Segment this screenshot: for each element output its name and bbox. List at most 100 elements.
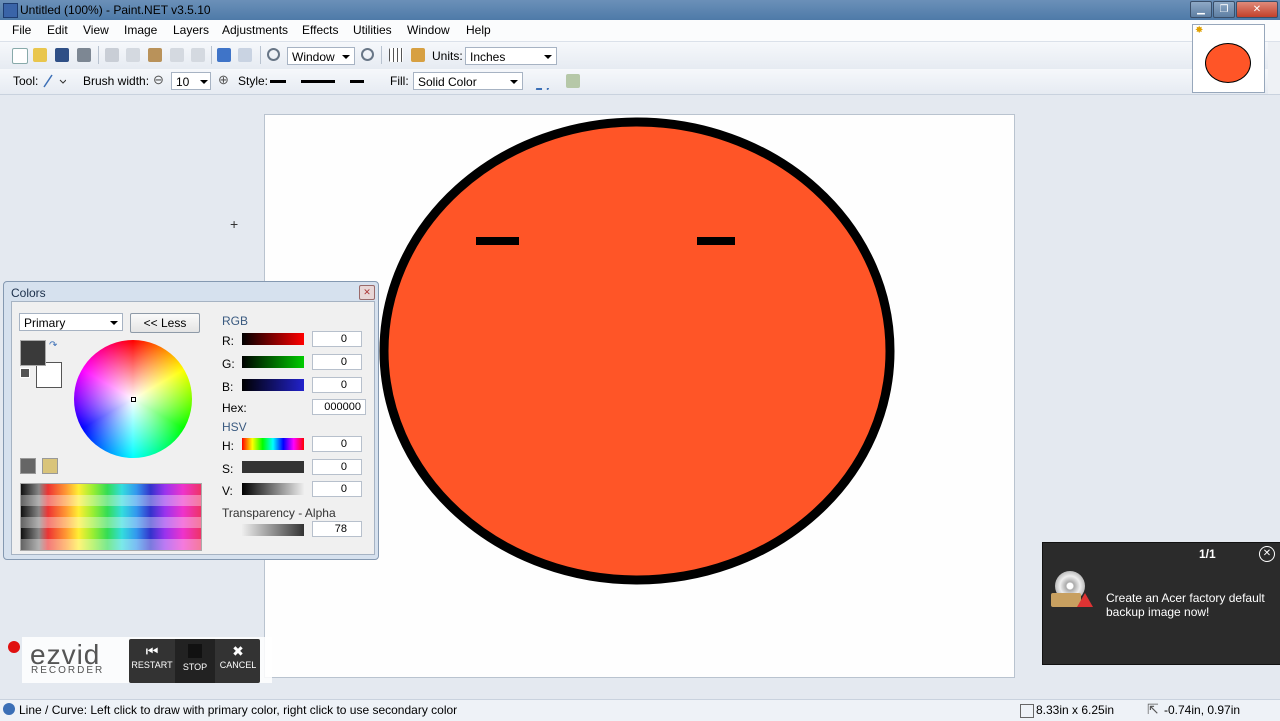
window-title: Untitled (100%) - Paint.NET v3.5.10 (20, 3, 211, 17)
g-slider[interactable] (242, 356, 304, 368)
menu-file[interactable]: File (12, 23, 31, 37)
notification-close-icon[interactable]: ✕ (1259, 546, 1275, 562)
thumbnail-preview (1205, 43, 1251, 83)
cursor-position-icon: ⇱ (1147, 701, 1159, 717)
ruler-icon[interactable] (411, 48, 425, 62)
h-slider[interactable] (242, 438, 304, 450)
start-cap-icon[interactable] (270, 80, 286, 83)
restart-label: RESTART (131, 660, 173, 670)
restart-button[interactable]: ⏮ RESTART (131, 639, 173, 683)
menu-window[interactable]: Window (407, 23, 450, 37)
v-slider[interactable] (242, 483, 304, 495)
palette-icon[interactable] (20, 458, 36, 474)
paste-icon[interactable] (148, 48, 162, 62)
status-bar: Line / Curve: Left click to draw with pr… (0, 699, 1280, 721)
copy-icon[interactable] (126, 48, 140, 62)
smiley-face (379, 117, 895, 585)
r-slider[interactable] (242, 333, 304, 345)
record-indicator-icon (8, 641, 20, 653)
print-icon[interactable] (77, 48, 91, 62)
menu-utilities[interactable]: Utilities (353, 23, 392, 37)
units-select[interactable]: Inches (465, 47, 557, 65)
maximize-button[interactable]: ❐ (1213, 1, 1235, 18)
v-label: V: (222, 484, 233, 498)
end-cap-icon[interactable] (350, 80, 364, 83)
g-input[interactable]: 0 (312, 354, 362, 370)
left-eye (476, 237, 519, 245)
undo-icon[interactable] (217, 48, 231, 62)
app-icon (3, 3, 18, 18)
color-wheel[interactable] (74, 340, 192, 458)
open-folder-icon[interactable] (33, 48, 47, 62)
menu-view[interactable]: View (83, 23, 109, 37)
colors-panel-body: Primary << Less ↷ RGB R: 0 G: 0 B: 0 Hex… (11, 301, 375, 555)
menu-layers[interactable]: Layers (173, 23, 209, 37)
palette-menu-icon[interactable] (42, 458, 58, 474)
hex-input[interactable]: 000000 (312, 399, 366, 415)
brush-width-input[interactable]: 10 (171, 72, 211, 90)
palette-rows (21, 484, 201, 550)
h-label: H: (222, 439, 234, 453)
image-thumbnail[interactable]: ✸ (1192, 24, 1265, 93)
colors-window-title: Colors (11, 286, 46, 300)
units-label: Units: (432, 49, 463, 63)
redo-icon[interactable] (238, 48, 252, 62)
minimize-button[interactable]: ▁ (1190, 1, 1212, 18)
grid-icon[interactable] (389, 48, 403, 62)
v-input[interactable]: 0 (312, 481, 362, 497)
decrease-width-icon[interactable]: ⊖ (153, 72, 164, 88)
r-input[interactable]: 0 (312, 331, 362, 347)
cursor-position: -0.74in, 0.97in (1164, 703, 1241, 717)
crop-icon[interactable] (170, 48, 184, 62)
menu-adjustments[interactable]: Adjustments (222, 23, 288, 37)
cancel-label: CANCEL (219, 660, 257, 670)
less-button[interactable]: << Less (130, 313, 200, 333)
h-input[interactable]: 0 (312, 436, 362, 452)
warning-shape (1077, 593, 1093, 607)
zoom-out-icon[interactable] (267, 48, 280, 61)
close-button[interactable]: ✕ (1236, 1, 1278, 18)
save-icon[interactable] (55, 48, 69, 62)
alpha-input[interactable]: 78 (312, 521, 362, 537)
menu-effects[interactable]: Effects (302, 23, 338, 37)
stop-button[interactable]: STOP (175, 639, 215, 683)
menu-edit[interactable]: Edit (47, 23, 68, 37)
alpha-slider[interactable] (242, 524, 304, 536)
color-palette[interactable] (20, 483, 202, 551)
fill-value: Solid Color (418, 75, 477, 89)
swap-colors-icon[interactable]: ↷ (49, 340, 57, 351)
zoom-select[interactable]: Window (287, 47, 355, 65)
menu-help[interactable]: Help (466, 23, 491, 37)
units-value: Inches (470, 50, 506, 64)
colors-close-button[interactable]: ✕ (359, 285, 375, 300)
notification-message[interactable]: Create an Acer factory default backup im… (1106, 591, 1271, 619)
fill-select[interactable]: Solid Color (413, 72, 523, 90)
cut-icon[interactable] (105, 48, 119, 62)
blend-mode-icon[interactable] (566, 74, 580, 88)
primary-color-swatch[interactable] (20, 340, 46, 366)
color-mode-value: Primary (24, 316, 66, 330)
s-slider[interactable] (242, 461, 304, 473)
antialias-icon[interactable] (535, 74, 549, 90)
line-tool-icon[interactable] (42, 73, 67, 89)
color-mode-select[interactable]: Primary (19, 313, 123, 331)
dash-style-icon[interactable] (301, 80, 335, 83)
brush-width-value: 10 (176, 75, 190, 89)
cancel-button[interactable]: ✖ CANCEL (217, 639, 259, 683)
b-slider[interactable] (242, 379, 304, 391)
new-file-icon[interactable] (12, 48, 28, 64)
zoom-in-icon[interactable] (361, 48, 374, 61)
help-icon (3, 703, 15, 715)
ezvid-subtitle: RECORDER (31, 665, 105, 676)
s-input[interactable]: 0 (312, 459, 362, 475)
deselect-icon[interactable] (191, 48, 205, 62)
thumbnail-scrollbar[interactable] (1268, 42, 1280, 94)
reset-colors-icon[interactable] (20, 368, 30, 378)
alpha-label: Transparency - Alpha (222, 506, 336, 520)
menu-image[interactable]: Image (124, 23, 157, 37)
hsv-label: HSV (222, 420, 247, 434)
title-bar: Untitled (100%) - Paint.NET v3.5.10 ▁ ❐ … (0, 0, 1280, 20)
notification-popup: 1/1 ✕ Create an Acer factory default bac… (1042, 542, 1280, 665)
b-input[interactable]: 0 (312, 377, 362, 393)
increase-width-icon[interactable]: ⊕ (218, 72, 229, 88)
